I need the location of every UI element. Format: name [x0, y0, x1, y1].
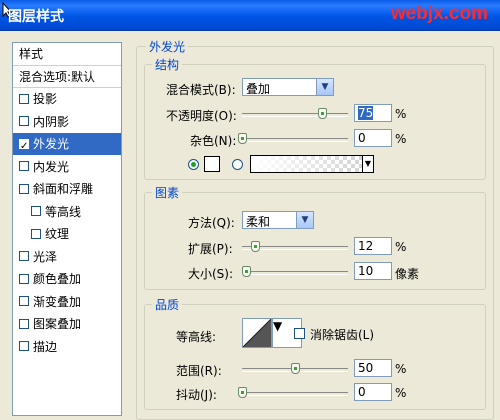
method-value: 柔和	[246, 215, 271, 229]
range-unit: %	[395, 362, 407, 376]
sidebar-item-label: 样式	[19, 47, 44, 61]
jitter-slider[interactable]	[238, 387, 348, 399]
sidebar-item[interactable]: 外发光	[13, 133, 121, 158]
sidebar-item[interactable]: 斜面和浮雕	[13, 178, 121, 200]
sidebar-item-label: 投影	[33, 92, 58, 106]
sidebar-item-label: 图案叠加	[33, 317, 82, 331]
size-input[interactable]: 10	[354, 262, 392, 280]
chevron-down-icon[interactable]: ▼	[316, 79, 333, 95]
sidebar-item-label: 混合选项:默认	[19, 69, 96, 84]
jitter-unit: %	[395, 386, 407, 400]
sidebar-item[interactable]: 图案叠加	[13, 313, 121, 335]
blend-mode-select[interactable]: 叠加 ▼	[242, 78, 334, 96]
blend-mode-label: 混合模式(B):	[166, 83, 236, 97]
elements-title: 图素	[152, 184, 183, 201]
jitter-slider-thumb[interactable]	[238, 387, 247, 398]
sidebar-item[interactable]: 光泽	[13, 246, 121, 268]
sidebar-item[interactable]: 混合选项:默认	[13, 66, 121, 88]
noise-label: 杂色(N):	[190, 134, 237, 148]
spread-slider[interactable]	[242, 241, 348, 253]
anti-alias-label[interactable]: 消除锯齿(L)	[310, 326, 374, 343]
sidebar-item-checkbox[interactable]	[19, 161, 29, 171]
sidebar-item-checkbox[interactable]	[31, 206, 41, 216]
size-label: 大小(S):	[188, 267, 234, 281]
opacity-unit: %	[395, 107, 407, 121]
sidebar-item-label: 等高线	[45, 204, 82, 219]
sidebar-item-checkbox[interactable]	[19, 318, 29, 329]
sidebar-item-checkbox[interactable]	[19, 296, 29, 306]
sidebar-item[interactable]: 样式	[13, 43, 121, 65]
sidebar-item-label: 外发光	[33, 137, 70, 151]
sidebar-item-checkbox[interactable]	[19, 251, 29, 261]
contour-label: 等高线:	[176, 330, 217, 344]
opacity-slider-thumb[interactable]	[317, 108, 327, 119]
spread-unit: %	[395, 240, 407, 254]
style-list: 样式混合选项:默认投影内阴影外发光内发光斜面和浮雕等高线纹理光泽颜色叠加渐变叠加…	[12, 42, 122, 416]
chevron-down-icon[interactable]: ▼	[296, 212, 313, 228]
sidebar-item-label: 渐变叠加	[33, 294, 82, 309]
range-input[interactable]: 50	[354, 359, 392, 377]
sidebar-item-label: 斜面和浮雕	[33, 182, 94, 196]
contour-preview-icon	[243, 319, 271, 347]
sidebar-item-checkbox[interactable]	[31, 228, 41, 239]
sidebar-item-label: 纹理	[45, 227, 70, 241]
quality-title: 品质	[152, 296, 183, 313]
glow-color-swatch[interactable]	[204, 156, 220, 172]
gradient-radio[interactable]	[232, 159, 243, 170]
sidebar-item-label: 光泽	[33, 249, 58, 264]
opacity-slider[interactable]	[242, 108, 348, 120]
chevron-down-icon[interactable]: ▼	[362, 156, 373, 172]
sidebar-item[interactable]: 投影	[13, 88, 121, 110]
sidebar-item-checkbox[interactable]	[19, 116, 29, 126]
title-bar: 图层样式 webjx.com	[0, 0, 500, 31]
method-label: 方法(Q):	[188, 216, 235, 230]
sidebar-item-checkbox[interactable]	[19, 136, 29, 158]
jitter-label: 抖动(J):	[176, 388, 217, 402]
noise-slider[interactable]	[238, 133, 348, 145]
sidebar-item-checkbox[interactable]	[19, 93, 29, 104]
sidebar-item[interactable]: 内阴影	[13, 111, 121, 133]
range-slider[interactable]	[242, 363, 348, 375]
noise-input[interactable]: 0	[354, 129, 392, 147]
solid-color-radio[interactable]	[188, 159, 199, 170]
sidebar-item-checkbox[interactable]	[19, 183, 29, 194]
size-slider[interactable]	[242, 266, 348, 278]
anti-alias-checkbox[interactable]	[294, 328, 305, 339]
sidebar-item-checkbox[interactable]	[19, 273, 29, 284]
outer-glow-title: 外发光	[146, 38, 189, 55]
blend-mode-value: 叠加	[246, 82, 271, 96]
noise-unit: %	[395, 132, 407, 146]
watermark: webjx.com	[390, 3, 488, 24]
sidebar-item-label: 内发光	[33, 159, 70, 174]
opacity-input[interactable]: 75	[354, 104, 392, 122]
contour-picker[interactable]	[242, 318, 272, 348]
sidebar-item[interactable]: 描边	[13, 336, 121, 358]
chevron-down-icon[interactable]: ▼	[273, 319, 282, 333]
noise-slider-thumb[interactable]	[238, 133, 247, 144]
spread-slider-thumb[interactable]	[250, 241, 260, 252]
sidebar-item-label: 颜色叠加	[33, 272, 82, 286]
sidebar-item[interactable]: 颜色叠加	[13, 268, 121, 290]
sidebar-item[interactable]: 纹理	[13, 223, 121, 245]
range-label: 范围(R):	[176, 364, 222, 378]
sidebar-item-label: 描边	[33, 339, 58, 354]
method-select[interactable]: 柔和 ▼	[242, 211, 314, 229]
range-slider-thumb[interactable]	[291, 363, 300, 374]
size-unit: 像素	[395, 267, 420, 281]
spread-input[interactable]: 12	[354, 237, 392, 255]
outer-glow-panel: 外发光 结构 混合模式(B): 叠加 ▼ 不透明度(O): 75 % 杂色(N)…	[132, 38, 500, 420]
sidebar-item-checkbox[interactable]	[19, 341, 29, 351]
window-title: 图层样式	[8, 9, 64, 25]
spread-label: 扩展(P):	[188, 242, 233, 256]
structure-title: 结构	[152, 56, 183, 73]
sidebar-item[interactable]: 渐变叠加	[13, 291, 121, 313]
size-slider-thumb[interactable]	[242, 266, 252, 277]
sidebar-item-label: 内阴影	[33, 114, 70, 129]
opacity-label: 不透明度(O):	[166, 109, 237, 123]
glow-gradient-picker[interactable]: ▼	[250, 155, 374, 173]
jitter-input[interactable]: 0	[354, 383, 392, 401]
sidebar-item[interactable]: 等高线	[13, 201, 121, 223]
sidebar-item[interactable]: 内发光	[13, 156, 121, 178]
